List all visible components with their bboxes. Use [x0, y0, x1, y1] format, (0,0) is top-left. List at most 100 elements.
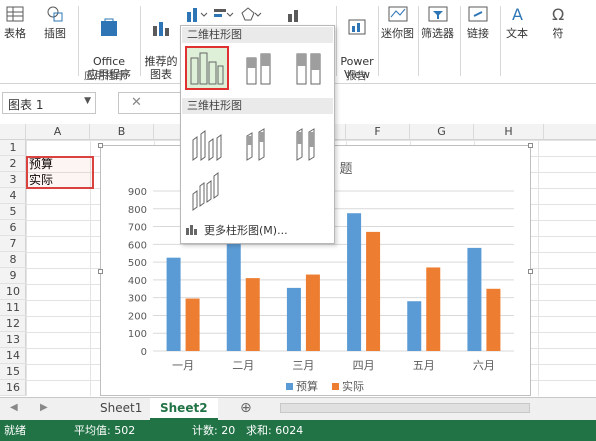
x-tick-label: 四月	[353, 359, 375, 372]
row-header[interactable]: 8	[0, 252, 26, 268]
radar-chart-icon	[241, 7, 262, 21]
row-header[interactable]: 5	[0, 204, 26, 220]
column-header-g[interactable]: G	[410, 124, 474, 140]
omega-icon: Ω	[552, 5, 564, 24]
formula-input[interactable]: ✕	[118, 92, 183, 114]
radar-chart-button[interactable]	[240, 6, 262, 25]
pivot-chart-button[interactable]	[286, 6, 308, 25]
bar	[486, 288, 501, 351]
y-tick-label: 0	[141, 347, 147, 358]
selection-range	[26, 156, 94, 189]
row-header[interactable]: 16	[0, 380, 26, 396]
bar	[467, 247, 482, 351]
100-stacked-column-icon	[296, 53, 321, 85]
legend-swatch	[286, 383, 293, 390]
column-chart-gallery: 二维柱形图 三维柱形图 更多柱形图(M)...	[180, 25, 335, 244]
3d-column-option[interactable]	[187, 170, 231, 214]
resize-handle[interactable]	[528, 143, 533, 148]
row-header[interactable]: 6	[0, 220, 26, 236]
legend-label: 预算	[296, 379, 318, 393]
add-sheet-icon[interactable]: ⊕	[240, 400, 252, 416]
column-header-f[interactable]: F	[346, 124, 410, 140]
power-view-icon	[348, 19, 366, 35]
row-header[interactable]: 12	[0, 316, 26, 332]
text-button[interactable]: A 文本	[506, 4, 528, 40]
row-header[interactable]: 13	[0, 332, 26, 348]
bar	[347, 213, 362, 351]
table-button[interactable]: 表格	[4, 4, 26, 40]
chevron-down-icon[interactable]: ▼	[84, 96, 91, 106]
legend-label: 实际	[342, 379, 364, 393]
row-header[interactable]: 3	[0, 172, 26, 188]
row-header[interactable]: 14	[0, 348, 26, 364]
bar	[166, 257, 181, 351]
clustered-column-option[interactable]	[185, 46, 229, 90]
resize-handle[interactable]	[98, 269, 103, 274]
more-column-charts-link[interactable]: 更多柱形图(M)...	[185, 223, 288, 239]
3d-clustered-column-option[interactable]	[187, 122, 231, 166]
y-tick-label: 200	[128, 311, 147, 322]
scroll-left-icon[interactable]: ◀	[10, 402, 18, 413]
3d-column-icon	[192, 172, 219, 211]
status-count: 计数: 20	[192, 424, 236, 437]
stacked-column-option[interactable]	[237, 46, 281, 90]
recommended-charts-button[interactable]: 推荐的 图表	[142, 4, 180, 81]
y-tick-label: 800	[128, 205, 147, 216]
status-ready: 就绪	[4, 424, 26, 437]
y-tick-label: 700	[128, 223, 147, 234]
column-chart-small-icon	[186, 225, 197, 235]
link-button[interactable]: 链接	[467, 4, 489, 40]
sparkline-icon	[388, 6, 407, 22]
link-icon	[468, 6, 488, 22]
column-chart-dropdown-button[interactable]	[185, 6, 209, 25]
bar	[226, 237, 241, 351]
sparklines-label: 迷你图	[381, 27, 414, 40]
row-header[interactable]: 11	[0, 300, 26, 316]
row-header[interactable]: 9	[0, 268, 26, 284]
svg-text:A: A	[512, 5, 523, 24]
column-header-b[interactable]: B	[90, 124, 154, 140]
stacked-column-icon	[246, 53, 271, 85]
row-header[interactable]: 15	[0, 364, 26, 380]
bar	[366, 231, 381, 351]
column-header-h[interactable]: H	[474, 124, 544, 140]
tab-sheet2[interactable]: Sheet2	[150, 398, 218, 420]
legend-swatch	[332, 383, 339, 390]
x-tick-label: 三月	[292, 359, 314, 372]
select-all-corner[interactable]	[0, 124, 26, 140]
row-header[interactable]: 7	[0, 236, 26, 252]
link-label: 链接	[467, 27, 489, 40]
bar	[426, 267, 441, 351]
sparklines-button[interactable]: 迷你图	[381, 4, 414, 40]
horizontal-scrollbar[interactable]	[280, 403, 530, 413]
symbols-button[interactable]: Ω 符	[548, 4, 568, 40]
illustrations-button[interactable]: 插图	[44, 4, 66, 40]
filters-button[interactable]: 筛选器	[421, 4, 454, 40]
shapes-icon	[47, 6, 63, 22]
more-column-charts-label: 更多柱形图(M)...	[204, 224, 288, 237]
row-header[interactable]: 10	[0, 284, 26, 300]
bar	[305, 274, 320, 351]
resize-handle[interactable]	[98, 143, 103, 148]
ribbon-separator	[78, 6, 79, 76]
status-average: 平均值: 502	[74, 424, 136, 437]
name-box[interactable]: 图表 1 ▼	[2, 92, 96, 114]
row-header[interactable]: 1	[0, 140, 26, 156]
cancel-icon[interactable]: ✕	[131, 95, 142, 110]
resize-handle[interactable]	[528, 269, 533, 274]
table-icon	[6, 6, 24, 22]
tab-sheet1[interactable]: Sheet1	[90, 398, 152, 420]
row-header[interactable]: 4	[0, 188, 26, 204]
row-header[interactable]: 2	[0, 156, 26, 172]
100-stacked-column-option[interactable]	[287, 46, 331, 90]
3d-100-stacked-column-option[interactable]	[287, 122, 331, 166]
3d-stacked-column-option[interactable]	[237, 122, 281, 166]
y-tick-label: 900	[128, 187, 147, 198]
bar-chart-button[interactable]	[212, 6, 234, 25]
ribbon-separator	[140, 6, 141, 76]
clustered-column-icon	[190, 52, 224, 85]
scroll-right-icon[interactable]: ▶	[40, 402, 48, 413]
name-box-value: 图表 1	[8, 98, 44, 112]
sheet-tabs-bar: ◀ ▶ Sheet1 Sheet2 ⊕	[0, 397, 596, 420]
column-header-a[interactable]: A	[26, 124, 90, 140]
